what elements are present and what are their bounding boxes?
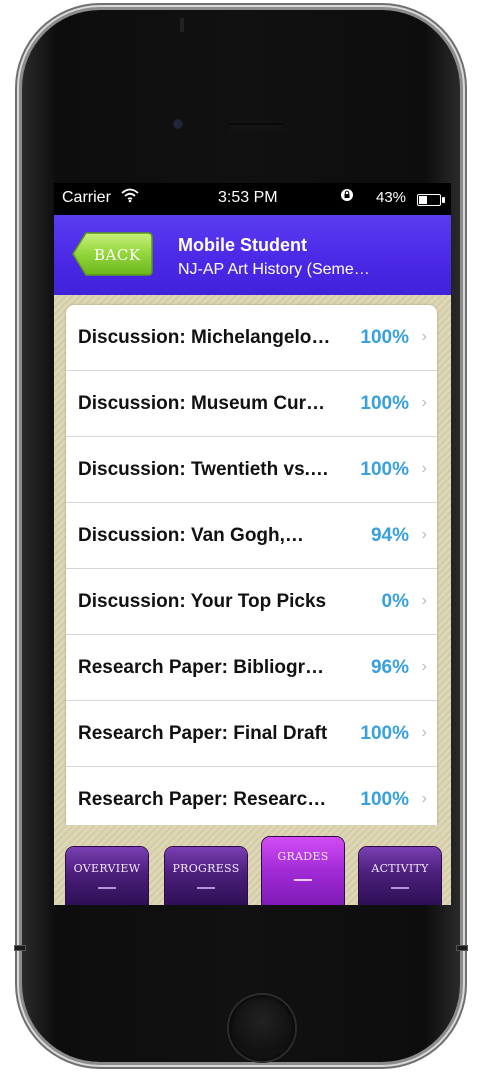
tab-indicator [98,887,116,889]
grade-row[interactable]: Research Paper: Researc… 100% › [66,767,437,833]
chevron-right-icon: › [421,394,427,411]
tab-grades[interactable]: GRADES [262,837,344,905]
grade-title: Discussion: Twentieth vs.… [78,459,329,480]
chevron-right-icon: › [421,790,427,807]
grade-score: 94% [370,525,409,546]
grade-score: 0% [381,591,409,612]
grade-score: 100% [360,327,409,348]
tab-indicator [391,887,409,889]
rotation-lock-icon [340,188,354,205]
grade-title: Discussion: Museum Cur… [78,393,326,414]
grades-list: Discussion: Michelangelo… 100% › Discussion… [66,305,437,835]
grade-title: Research Paper: Final Draft [78,723,328,744]
power-button [180,18,184,32]
tab-label: GRADES [277,850,329,863]
chevron-right-icon: › [421,592,427,609]
tab-indicator [197,887,215,889]
battery-icon [417,194,445,206]
tab-progress[interactable]: PROGRESS [165,847,247,905]
grade-row[interactable]: Discussion: Twentieth vs.… 100% › [66,437,437,503]
grade-row[interactable]: Discussion: Van Gogh,… 94% › [66,503,437,569]
grade-score: 96% [370,657,409,678]
grade-title: Discussion: Michelangelo… [78,327,331,348]
grade-score: 100% [360,789,409,810]
page-subtitle: NJ-AP Art History (Seme… [178,261,370,278]
tab-activity[interactable]: ACTIVITY [359,847,441,905]
tab-label: PROGRESS [172,862,240,875]
status-time: 3:53 PM [218,189,278,206]
carrier-label: Carrier [62,189,111,206]
grade-title: Research Paper: Researc… [78,789,327,810]
nav-header: BACK Mobile Student NJ-AP Art History (S… [54,215,451,295]
volume-button [14,945,26,951]
grade-row[interactable]: Discussion: Michelangelo… 100% › [66,305,437,371]
grade-score: 100% [360,723,409,744]
grade-score: 100% [360,459,409,480]
grade-title: Research Paper: Bibliogr… [78,657,325,678]
tab-overview[interactable]: OVERVIEW [66,847,148,905]
grade-row[interactable]: Discussion: Museum Cur… 100% › [66,371,437,437]
tab-label: OVERVIEW [73,862,141,875]
home-button[interactable] [229,995,295,1061]
front-camera [174,120,182,128]
grade-score: 100% [360,393,409,414]
chevron-right-icon: › [421,658,427,675]
back-button[interactable]: BACK [72,231,154,277]
earpiece-speaker [227,123,285,129]
battery-level [419,196,427,204]
grade-title: Discussion: Van Gogh,… [78,525,304,546]
wifi-icon [120,187,140,208]
tab-label: ACTIVITY [371,862,429,875]
grade-row[interactable]: Research Paper: Bibliogr… 96% › [66,635,437,701]
tab-bar: OVERVIEW PROGRESS GRADES ACTIVITY [54,825,451,905]
chevron-right-icon: › [421,328,427,345]
grade-row[interactable]: Research Paper: Final Draft 100% › [66,701,437,767]
chevron-right-icon: › [421,460,427,477]
grade-title: Discussion: Your Top Picks [78,591,327,612]
app-screen: Carrier 3:53 PM 43% BACK Mobile Student … [54,183,451,905]
status-bar: Carrier 3:53 PM 43% [54,183,451,215]
tab-indicator [294,879,312,881]
grade-row[interactable]: Discussion: Your Top Picks 0% › [66,569,437,635]
chevron-right-icon: › [421,526,427,543]
back-label: BACK [94,246,141,264]
battery-percent: 43% [376,189,407,206]
page-title: Mobile Student [178,235,307,255]
content-area: Discussion: Michelangelo… 100% › Discussion… [54,295,451,835]
side-button [456,945,468,951]
chevron-right-icon: › [421,724,427,741]
